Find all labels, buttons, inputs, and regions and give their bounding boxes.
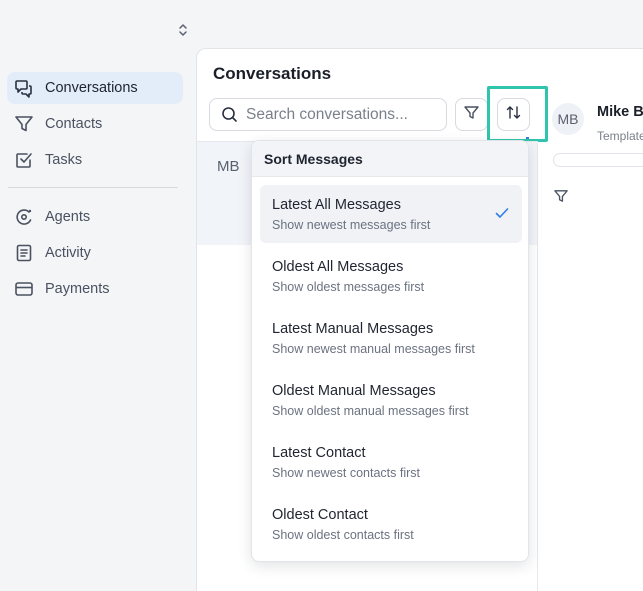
search-input[interactable] <box>246 105 446 124</box>
search-icon <box>221 106 238 124</box>
search-box[interactable] <box>209 98 447 131</box>
contact-name: Mike Br <box>597 104 643 120</box>
avatar: MB <box>217 158 240 175</box>
sort-option-latest-all-messages[interactable]: Latest All Messages Show newest messages… <box>260 185 522 243</box>
sidebar-divider <box>8 187 178 188</box>
sidebar-item-conversations[interactable]: Conversations <box>7 72 183 104</box>
sort-messages-menu: Sort Messages Latest All Messages Show n… <box>251 140 529 562</box>
filter-icon <box>463 104 480 126</box>
sort-option-latest-contact[interactable]: Latest Contact Show newest contacts firs… <box>260 433 522 491</box>
sidebar-item-payments[interactable]: Payments <box>7 273 183 305</box>
chat-bubbles-icon <box>12 76 36 100</box>
activity-log-icon <box>12 241 36 265</box>
contact-avatar: MB <box>552 103 584 135</box>
sort-option-subtitle: Show newest manual messages first <box>272 342 475 356</box>
sort-option-subtitle: Show oldest manual messages first <box>272 404 469 418</box>
detail-filter-icon[interactable] <box>553 188 569 204</box>
sort-option-title: Latest All Messages <box>272 197 401 213</box>
sort-option-latest-manual-messages[interactable]: Latest Manual Messages Show newest manua… <box>260 309 522 367</box>
sidebar-item-label: Conversations <box>45 80 138 96</box>
sort-option-subtitle: Show newest contacts first <box>272 466 420 480</box>
sort-option-oldest-manual-messages[interactable]: Oldest Manual Messages Show oldest manua… <box>260 371 522 429</box>
sort-option-subtitle: Show newest messages first <box>272 218 431 232</box>
sort-option-title: Latest Manual Messages <box>272 321 434 337</box>
sidebar-item-tasks[interactable]: Tasks <box>7 144 183 176</box>
panel-divider <box>537 141 538 591</box>
check-icon <box>494 205 510 221</box>
sidebar-item-label: Tasks <box>45 152 83 168</box>
sidebar-item-contacts[interactable]: Contacts <box>7 108 183 140</box>
sort-option-title: Oldest All Messages <box>272 259 404 275</box>
filter-button[interactable] <box>455 98 488 131</box>
contact-subtitle: Template <box>597 129 643 143</box>
sidebar-item-agents[interactable]: Agents <box>7 201 183 233</box>
sort-menu-header: Sort Messages <box>252 141 528 177</box>
page-title: Conversations <box>213 64 332 83</box>
sort-option-title: Oldest Manual Messages <box>272 383 436 399</box>
sort-option-subtitle: Show oldest messages first <box>272 280 425 294</box>
sidebar-item-label: Agents <box>45 209 91 225</box>
sidebar-item-label: Activity <box>45 245 91 261</box>
detail-tab-bar[interactable] <box>553 153 643 167</box>
sort-arrows-icon <box>505 104 522 126</box>
sidebar-item-label: Payments <box>45 281 110 297</box>
sort-option-subtitle: Show oldest contacts first <box>272 528 414 542</box>
sort-option-oldest-contact[interactable]: Oldest Contact Show oldest contacts firs… <box>260 495 522 553</box>
sort-option-title: Latest Contact <box>272 445 366 461</box>
sidebar-item-activity[interactable]: Activity <box>7 237 183 269</box>
sort-option-title: Oldest Contact <box>272 507 368 523</box>
sidebar-item-label: Contacts <box>45 116 103 132</box>
credit-card-icon <box>12 277 36 301</box>
workspace-switcher-chevron-icon[interactable] <box>175 20 191 40</box>
filter-funnel-icon <box>12 112 36 136</box>
agents-icon <box>12 205 36 229</box>
sort-menu-title: Sort Messages <box>264 151 363 167</box>
sort-option-oldest-all-messages[interactable]: Oldest All Messages Show oldest messages… <box>260 247 522 305</box>
checkbox-icon <box>12 148 36 172</box>
sort-button[interactable] <box>497 98 530 131</box>
